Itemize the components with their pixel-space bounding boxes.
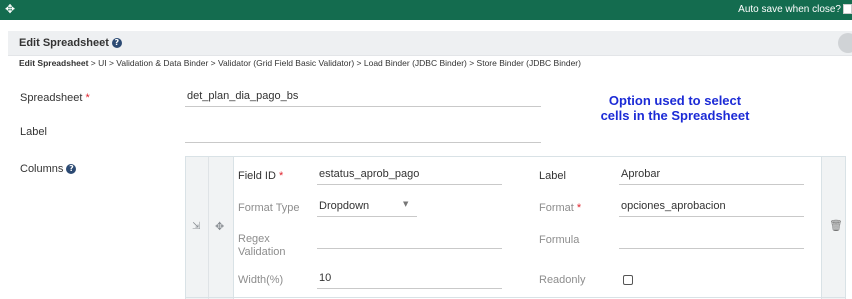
label-input[interactable] [185,121,541,143]
regex-label-line-1: Regex [238,233,270,245]
readonly-checkbox[interactable] [623,275,633,285]
breadcrumb: Edit Spreadsheet > UI > Validation & Dat… [19,58,581,68]
row-divider [186,297,845,298]
field-id-label: Field ID * [238,170,283,182]
regex-validation-input[interactable] [317,227,502,249]
field-id-label-text: Field ID [238,170,276,182]
width-value: 10 [319,272,332,284]
note-line-2: cells in the Spreadsheet [600,108,750,123]
format-type-value: Dropdown [319,200,370,212]
regex-validation-label: Regex Validation [238,233,286,259]
help-icon[interactable]: ? [66,164,77,175]
trash-icon[interactable]: 🗑 [829,220,843,232]
autosave-label: Auto save when close? [738,4,841,15]
panel-title: Edit Spreadsheet? [19,37,122,49]
format-type-label: Format Type [238,202,300,214]
field-id-input[interactable]: estatus_aprob_pago [317,163,502,185]
close-icon[interactable] [838,33,852,53]
spreadsheet-input-value: det_plan_dia_pago_bs [187,90,299,102]
required-mark: * [278,170,284,182]
label-field-label: Label [20,126,47,138]
collapse-icon[interactable]: ⇲ [192,221,200,233]
field-id-value: estatus_aprob_pago [319,168,420,180]
note-line-1: Option used to select [608,93,742,108]
format-value: opciones_aprobacion [621,200,726,212]
breadcrumb-trail[interactable]: > UI > Validation & Data Binder > Valida… [88,58,581,68]
handle-divider [208,157,209,299]
annotation-note: Option used to select cells in the Sprea… [580,93,770,123]
chevron-down-icon[interactable]: ▼ [403,200,408,208]
help-icon[interactable]: ? [111,38,122,49]
columns-grid: ⇲ ✥ Field ID * estatus_aprob_pago Label … [185,156,846,299]
spreadsheet-field-label: Spreadsheet * [20,92,90,104]
required-mark: * [576,202,582,214]
autosave-checkbox[interactable] [843,4,852,14]
width-label: Width(%) [238,274,284,286]
row-actions-area: 🗑 [821,157,845,299]
columns-field-label: Columns? [20,163,77,175]
column-label-value: Aprobar [621,168,661,180]
move-arrows-icon[interactable]: ✥ [5,2,15,16]
format-label-text: Format [539,202,574,214]
drag-move-icon[interactable]: ✥ [215,221,224,233]
breadcrumb-current: Edit Spreadsheet [19,58,89,68]
format-input[interactable]: opciones_aprobacion [619,195,804,217]
spreadsheet-input[interactable]: det_plan_dia_pago_bs [185,87,541,107]
readonly-label: Readonly [539,274,586,286]
spreadsheet-label-text: Spreadsheet [20,92,83,104]
formula-input[interactable] [619,227,804,249]
width-input[interactable]: 10 [317,267,502,289]
column-label-input[interactable]: Aprobar [619,163,804,185]
top-bar: ✥ Auto save when close? [0,0,852,20]
format-label: Format * [539,202,581,214]
column-row: Field ID * estatus_aprob_pago Label Apro… [234,157,822,299]
columns-label-text: Columns [20,163,64,175]
regex-label-line-2: Validation [238,246,286,258]
row-handle-area: ⇲ ✥ [186,157,234,299]
required-mark: * [85,92,90,104]
format-type-select[interactable]: Dropdown [317,195,417,217]
panel-title-text: Edit Spreadsheet [19,37,109,49]
formula-label: Formula [539,234,580,246]
column-label-label: Label [539,170,566,182]
panel-header: Edit Spreadsheet? [8,31,852,56]
